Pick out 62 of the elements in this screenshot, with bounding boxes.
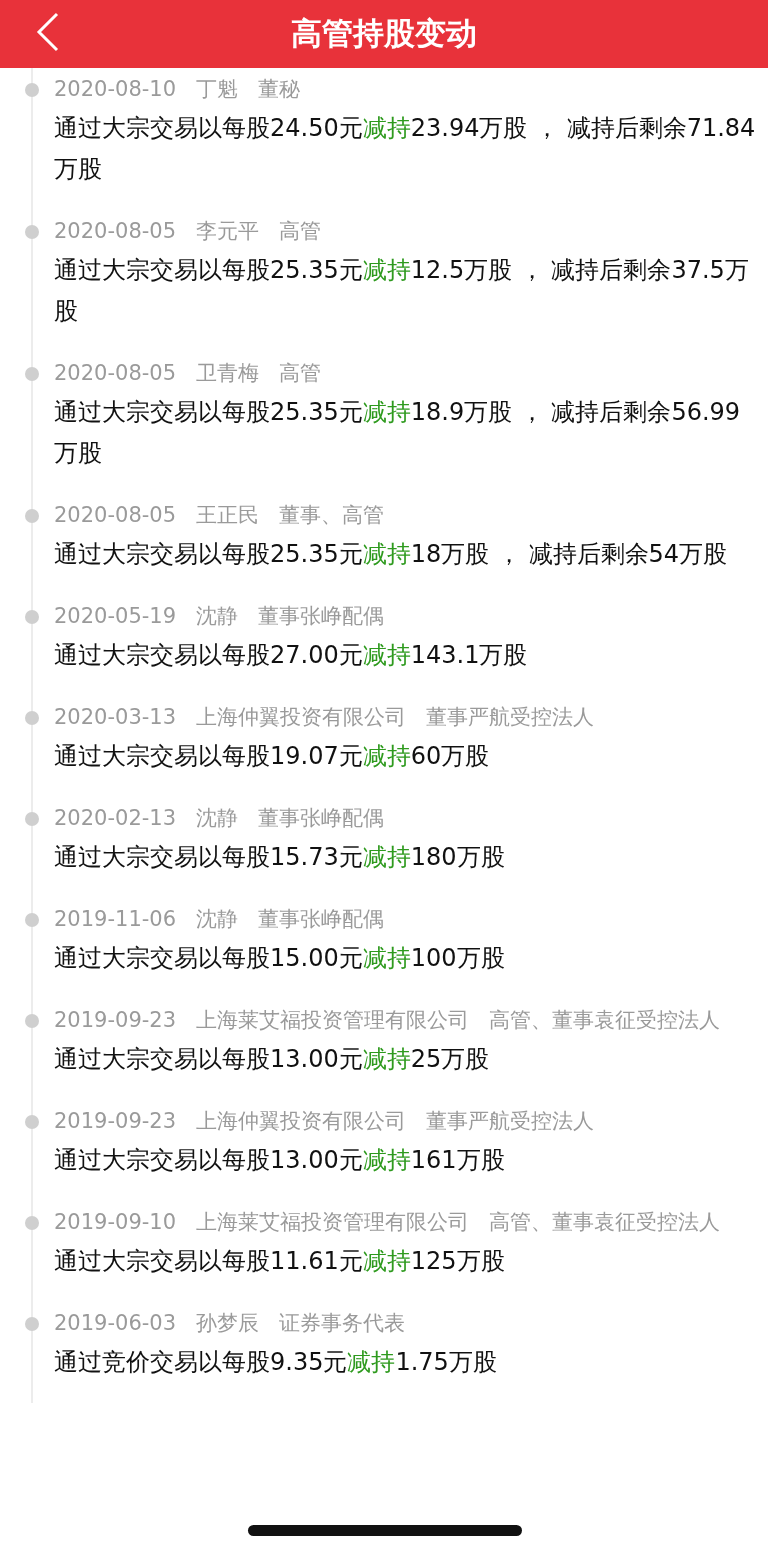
holder-name: 沈静 <box>196 805 239 832</box>
holder-role: 董事张峥配偶 <box>258 805 385 832</box>
page-title: 高管持股变动 <box>291 14 477 53</box>
holder-role: 董事严航受控法人 <box>426 1108 595 1135</box>
timeline-dot <box>25 367 39 381</box>
date-text: 2020-08-10 <box>54 76 177 103</box>
back-icon[interactable] <box>36 12 60 52</box>
date-text: 2019-06-03 <box>54 1310 177 1337</box>
date-text: 2020-02-13 <box>54 805 177 832</box>
holder-name: 卫青梅 <box>196 360 260 387</box>
date-text: 2019-11-06 <box>54 906 177 933</box>
holder-name: 上海仲翼投资有限公司 <box>196 704 407 731</box>
timeline-dot <box>25 610 39 624</box>
holder-role: 董秘 <box>258 76 301 103</box>
date-text: 2020-08-05 <box>54 218 177 245</box>
transaction-text: 通过大宗交易以每股19.07元减持60万股 <box>54 741 491 772</box>
holder-role: 证券事务代表 <box>279 1310 406 1337</box>
timeline-dot <box>25 711 39 725</box>
transaction-text: 通过大宗交易以每股27.00元减持143.1万股 <box>54 640 529 671</box>
holder-name: 李元平 <box>196 218 260 245</box>
date-text: 2020-08-05 <box>54 360 177 387</box>
transaction-text: 通过大宗交易以每股13.00元减持25万股 <box>54 1044 491 1075</box>
holder-role: 高管 <box>279 218 322 245</box>
holder-role: 董事、高管 <box>279 502 385 529</box>
transaction-text: 通过大宗交易以每股15.00元减持100万股 <box>54 943 506 974</box>
holder-name: 王正民 <box>196 502 260 529</box>
transaction-text: 通过大宗交易以每股25.35元减持18万股 ， 减持后剩余54万股 <box>54 539 729 570</box>
holder-name: 上海仲翼投资有限公司 <box>196 1108 407 1135</box>
timeline-dot <box>25 1014 39 1028</box>
timeline-dot <box>25 1216 39 1230</box>
timeline-dot <box>25 1317 39 1331</box>
timeline-dot <box>25 83 39 97</box>
holder-name: 上海莱艾福投资管理有限公司 <box>196 1007 470 1034</box>
date-text: 2019-09-23 <box>54 1108 177 1135</box>
holder-role: 董事严航受控法人 <box>426 704 595 731</box>
holder-name: 上海莱艾福投资管理有限公司 <box>196 1209 470 1236</box>
transaction-text: 通过大宗交易以每股15.73元减持180万股 <box>54 842 506 873</box>
holder-role: 高管、董事袁征受控法人 <box>489 1209 721 1236</box>
holder-name: 沈静 <box>196 603 239 630</box>
timeline-dot <box>25 913 39 927</box>
holder-name: 沈静 <box>196 906 239 933</box>
transaction-text: 通过大宗交易以每股24.50元减持23.94万股 ， 减持后剩余71.84万股 <box>54 113 756 185</box>
transaction-text: 通过大宗交易以每股11.61元减持125万股 <box>54 1246 506 1277</box>
date-text: 2019-09-10 <box>54 1209 177 1236</box>
holder-name: 孙梦辰 <box>196 1310 260 1337</box>
holder-role: 董事张峥配偶 <box>258 603 385 630</box>
transaction-text: 通过竞价交易以每股9.35元减持1.75万股 <box>54 1347 498 1378</box>
date-text: 2020-03-13 <box>54 704 177 731</box>
date-text: 2020-05-19 <box>54 603 177 630</box>
timeline-dot <box>25 225 39 239</box>
holder-role: 董事张峥配偶 <box>258 906 385 933</box>
transaction-text: 通过大宗交易以每股13.00元减持161万股 <box>54 1145 506 1176</box>
date-text: 2020-08-05 <box>54 502 177 529</box>
transaction-text: 通过大宗交易以每股25.35元减持12.5万股 ， 减持后剩余37.5万股 <box>54 255 750 327</box>
holder-role: 高管、董事袁征受控法人 <box>489 1007 721 1034</box>
transaction-text: 通过大宗交易以每股25.35元减持18.9万股 ， 减持后剩余56.99万股 <box>54 397 742 469</box>
timeline-dot <box>25 1115 39 1129</box>
date-text: 2019-09-23 <box>54 1007 177 1034</box>
holder-role: 高管 <box>279 360 322 387</box>
holder-name: 丁魁 <box>196 76 239 103</box>
timeline-dot <box>25 509 39 523</box>
timeline-dot <box>25 812 39 826</box>
